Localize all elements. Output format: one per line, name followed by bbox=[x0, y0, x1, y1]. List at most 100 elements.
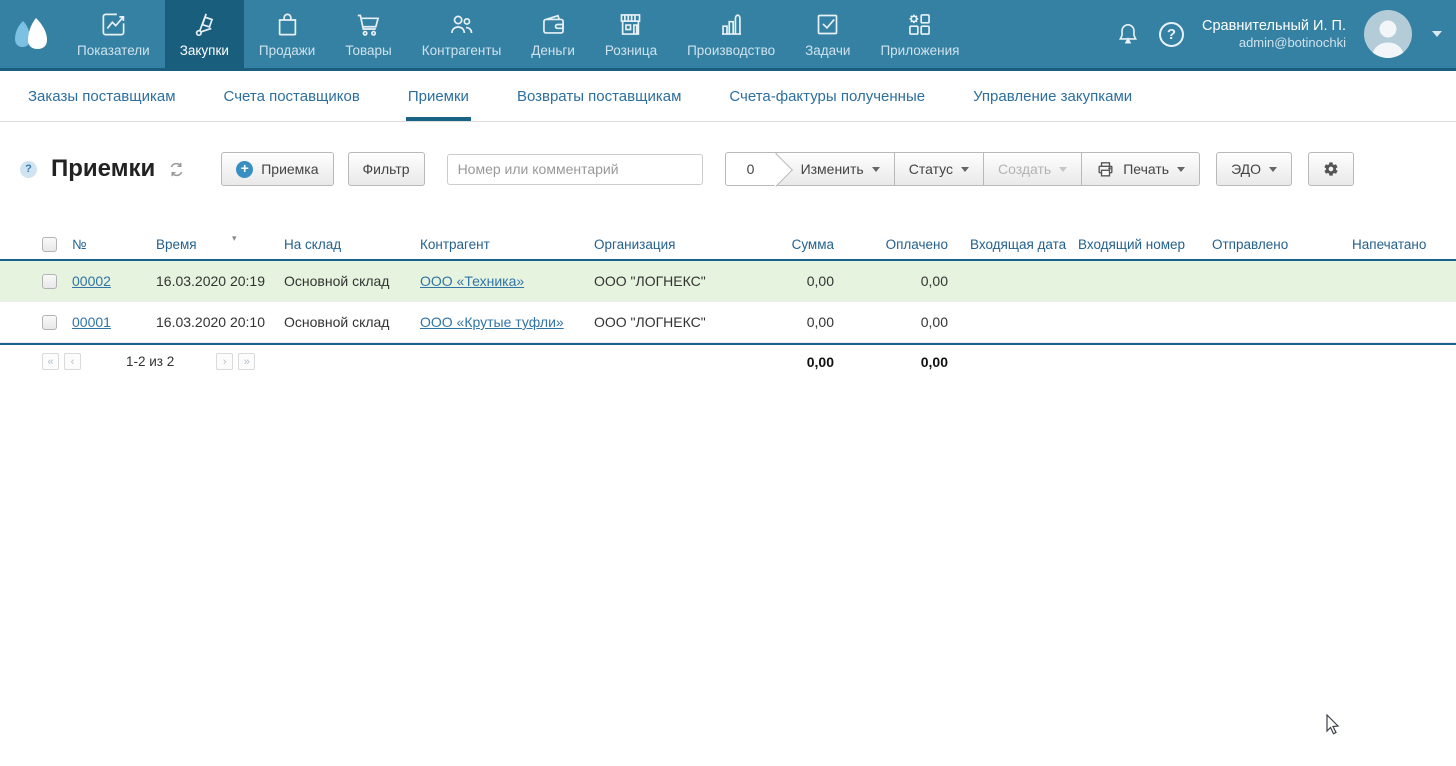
pagination-label: 1-2 из 2 bbox=[126, 354, 174, 369]
status-dropdown-button[interactable]: Статус bbox=[894, 152, 984, 186]
tab-label: Заказы поставщикам bbox=[28, 88, 176, 105]
create-doc-dropdown-button[interactable]: Создать bbox=[983, 152, 1082, 186]
print-dropdown-button[interactable]: Печать bbox=[1081, 152, 1200, 186]
nav-item-purchases[interactable]: Закупки bbox=[165, 0, 244, 68]
user-menu-caret-icon[interactable] bbox=[1432, 31, 1442, 37]
edo-dropdown-button[interactable]: ЭДО bbox=[1216, 152, 1292, 186]
nav-item-counterparties[interactable]: Контрагенты bbox=[407, 0, 517, 68]
receipt-time: 16.03.2020 20:19 bbox=[148, 273, 276, 289]
nav-item-money[interactable]: Деньги bbox=[516, 0, 590, 68]
new-receipt-button[interactable]: + Приемка bbox=[221, 152, 333, 186]
user-avatar[interactable] bbox=[1364, 10, 1412, 58]
notifications-bell-icon[interactable] bbox=[1115, 21, 1141, 47]
goods-cart-icon bbox=[355, 11, 382, 38]
column-header-time[interactable]: Время ▾ bbox=[148, 237, 276, 252]
tab-label: Счета-фактуры полученные bbox=[729, 88, 925, 105]
receipts-table: № Время ▾ На склад Контрагент Организаци… bbox=[0, 229, 1456, 378]
column-header-time-label: Время bbox=[156, 237, 197, 252]
section-tabbar: Заказы поставщикам Счета поставщиков При… bbox=[0, 71, 1456, 122]
tab-label: Приемки bbox=[408, 88, 469, 105]
pagination-last-button[interactable]: » bbox=[238, 353, 255, 370]
column-header-incoming-date[interactable]: Входящая дата bbox=[962, 237, 1070, 252]
tab-label: Счета поставщиков bbox=[224, 88, 360, 105]
moysklad-logo-icon bbox=[11, 17, 51, 51]
topbar-right-cluster: ? Сравнительный И. П. admin@botinochki bbox=[1115, 0, 1456, 68]
refresh-icon[interactable] bbox=[168, 161, 185, 178]
top-navigation-bar: Показатели Закупки Продажи Товары Контра… bbox=[0, 0, 1456, 71]
nav-item-label: Розница bbox=[605, 43, 657, 58]
nav-item-label: Деньги bbox=[531, 43, 575, 58]
bulk-actions-group: 0 Изменить Статус Создать Печать bbox=[725, 152, 1201, 186]
table-row[interactable]: 00002 16.03.2020 20:19 Основной склад ОО… bbox=[0, 261, 1456, 302]
tab-receipts[interactable]: Приемки bbox=[384, 71, 493, 121]
gear-icon bbox=[1323, 159, 1339, 179]
help-icon[interactable]: ? bbox=[1159, 22, 1184, 47]
column-header-sent[interactable]: Отправлено bbox=[1204, 237, 1344, 252]
column-header-warehouse[interactable]: На склад bbox=[276, 237, 412, 252]
receipt-time: 16.03.2020 20:10 bbox=[148, 314, 276, 330]
nav-item-tasks[interactable]: Задачи bbox=[790, 0, 865, 68]
tab-label: Возвраты поставщикам bbox=[517, 88, 681, 105]
nav-item-apps[interactable]: Приложения bbox=[865, 0, 974, 68]
nav-item-production[interactable]: Производство bbox=[672, 0, 790, 68]
edit-label: Изменить bbox=[801, 161, 864, 177]
nav-item-label: Задачи bbox=[805, 43, 850, 58]
sort-desc-icon[interactable]: ▾ bbox=[232, 233, 237, 244]
edit-dropdown-button[interactable]: Изменить bbox=[776, 152, 895, 186]
column-header-printed[interactable]: Напечатано bbox=[1344, 237, 1456, 252]
column-header-paid[interactable]: Оплачено bbox=[848, 237, 962, 252]
tab-invoices-received[interactable]: Счета-фактуры полученные bbox=[705, 71, 949, 121]
row-checkbox[interactable] bbox=[42, 315, 57, 330]
counterparties-people-icon bbox=[448, 11, 475, 38]
pagination-first-button[interactable]: « bbox=[42, 353, 59, 370]
receipt-number-link[interactable]: 00002 bbox=[72, 273, 111, 289]
chevron-down-icon bbox=[872, 167, 880, 172]
total-paid: 0,00 bbox=[848, 354, 962, 370]
select-all-checkbox[interactable] bbox=[42, 237, 57, 252]
row-checkbox[interactable] bbox=[42, 274, 57, 289]
title-help-icon[interactable]: ? bbox=[20, 161, 37, 178]
nav-item-sales[interactable]: Продажи bbox=[244, 0, 330, 68]
nav-item-goods[interactable]: Товары bbox=[330, 0, 406, 68]
counterparty-link[interactable]: ООО «Крутые туфли» bbox=[420, 314, 564, 330]
tab-supplier-returns[interactable]: Возвраты поставщикам bbox=[493, 71, 705, 121]
status-label: Статус bbox=[909, 161, 953, 177]
receipt-number-link[interactable]: 00001 bbox=[72, 314, 111, 330]
tab-purchase-management[interactable]: Управление закупками bbox=[949, 71, 1156, 121]
nav-item-retail[interactable]: Розница bbox=[590, 0, 672, 68]
nav-item-label: Товары bbox=[345, 43, 391, 58]
app-logo[interactable] bbox=[0, 0, 62, 68]
settings-button[interactable] bbox=[1308, 152, 1354, 186]
indicators-chart-icon bbox=[100, 11, 127, 38]
nav-item-indicators[interactable]: Показатели bbox=[62, 0, 165, 68]
page-title: Приемки bbox=[51, 155, 155, 183]
table-header-row: № Время ▾ На склад Контрагент Организаци… bbox=[0, 229, 1456, 261]
create-doc-label: Создать bbox=[998, 161, 1051, 177]
user-menu[interactable]: Сравнительный И. П. admin@botinochki bbox=[1202, 17, 1346, 51]
search-input[interactable] bbox=[447, 154, 703, 185]
column-header-counterparty[interactable]: Контрагент bbox=[412, 237, 586, 252]
tab-supplier-orders[interactable]: Заказы поставщикам bbox=[4, 71, 200, 121]
receipt-paid: 0,00 bbox=[848, 314, 962, 330]
column-header-sum[interactable]: Сумма bbox=[736, 237, 848, 252]
filter-label: Фильтр bbox=[363, 161, 410, 177]
filter-button[interactable]: Фильтр bbox=[348, 152, 425, 186]
column-header-organization[interactable]: Организация bbox=[586, 237, 736, 252]
receipt-warehouse: Основной склад bbox=[276, 314, 412, 330]
apps-grid-icon bbox=[906, 11, 933, 38]
column-header-incoming-number[interactable]: Входящий номер bbox=[1070, 237, 1204, 252]
selected-count: 0 bbox=[725, 152, 777, 186]
receipt-paid: 0,00 bbox=[848, 273, 962, 289]
nav-item-label: Приложения bbox=[880, 43, 959, 58]
tab-label: Управление закупками bbox=[973, 88, 1132, 105]
counterparty-link[interactable]: ООО «Техника» bbox=[420, 273, 524, 289]
column-header-number[interactable]: № bbox=[64, 237, 148, 252]
total-sum: 0,00 bbox=[736, 354, 848, 370]
table-row[interactable]: 00001 16.03.2020 20:10 Основной склад ОО… bbox=[0, 302, 1456, 343]
tab-supplier-invoices[interactable]: Счета поставщиков bbox=[200, 71, 384, 121]
pagination-prev-button[interactable]: ‹ bbox=[64, 353, 81, 370]
pagination-next-button[interactable]: › bbox=[216, 353, 233, 370]
tasks-check-icon bbox=[814, 11, 841, 38]
chevron-down-icon bbox=[1269, 167, 1277, 172]
print-label: Печать bbox=[1123, 161, 1169, 177]
